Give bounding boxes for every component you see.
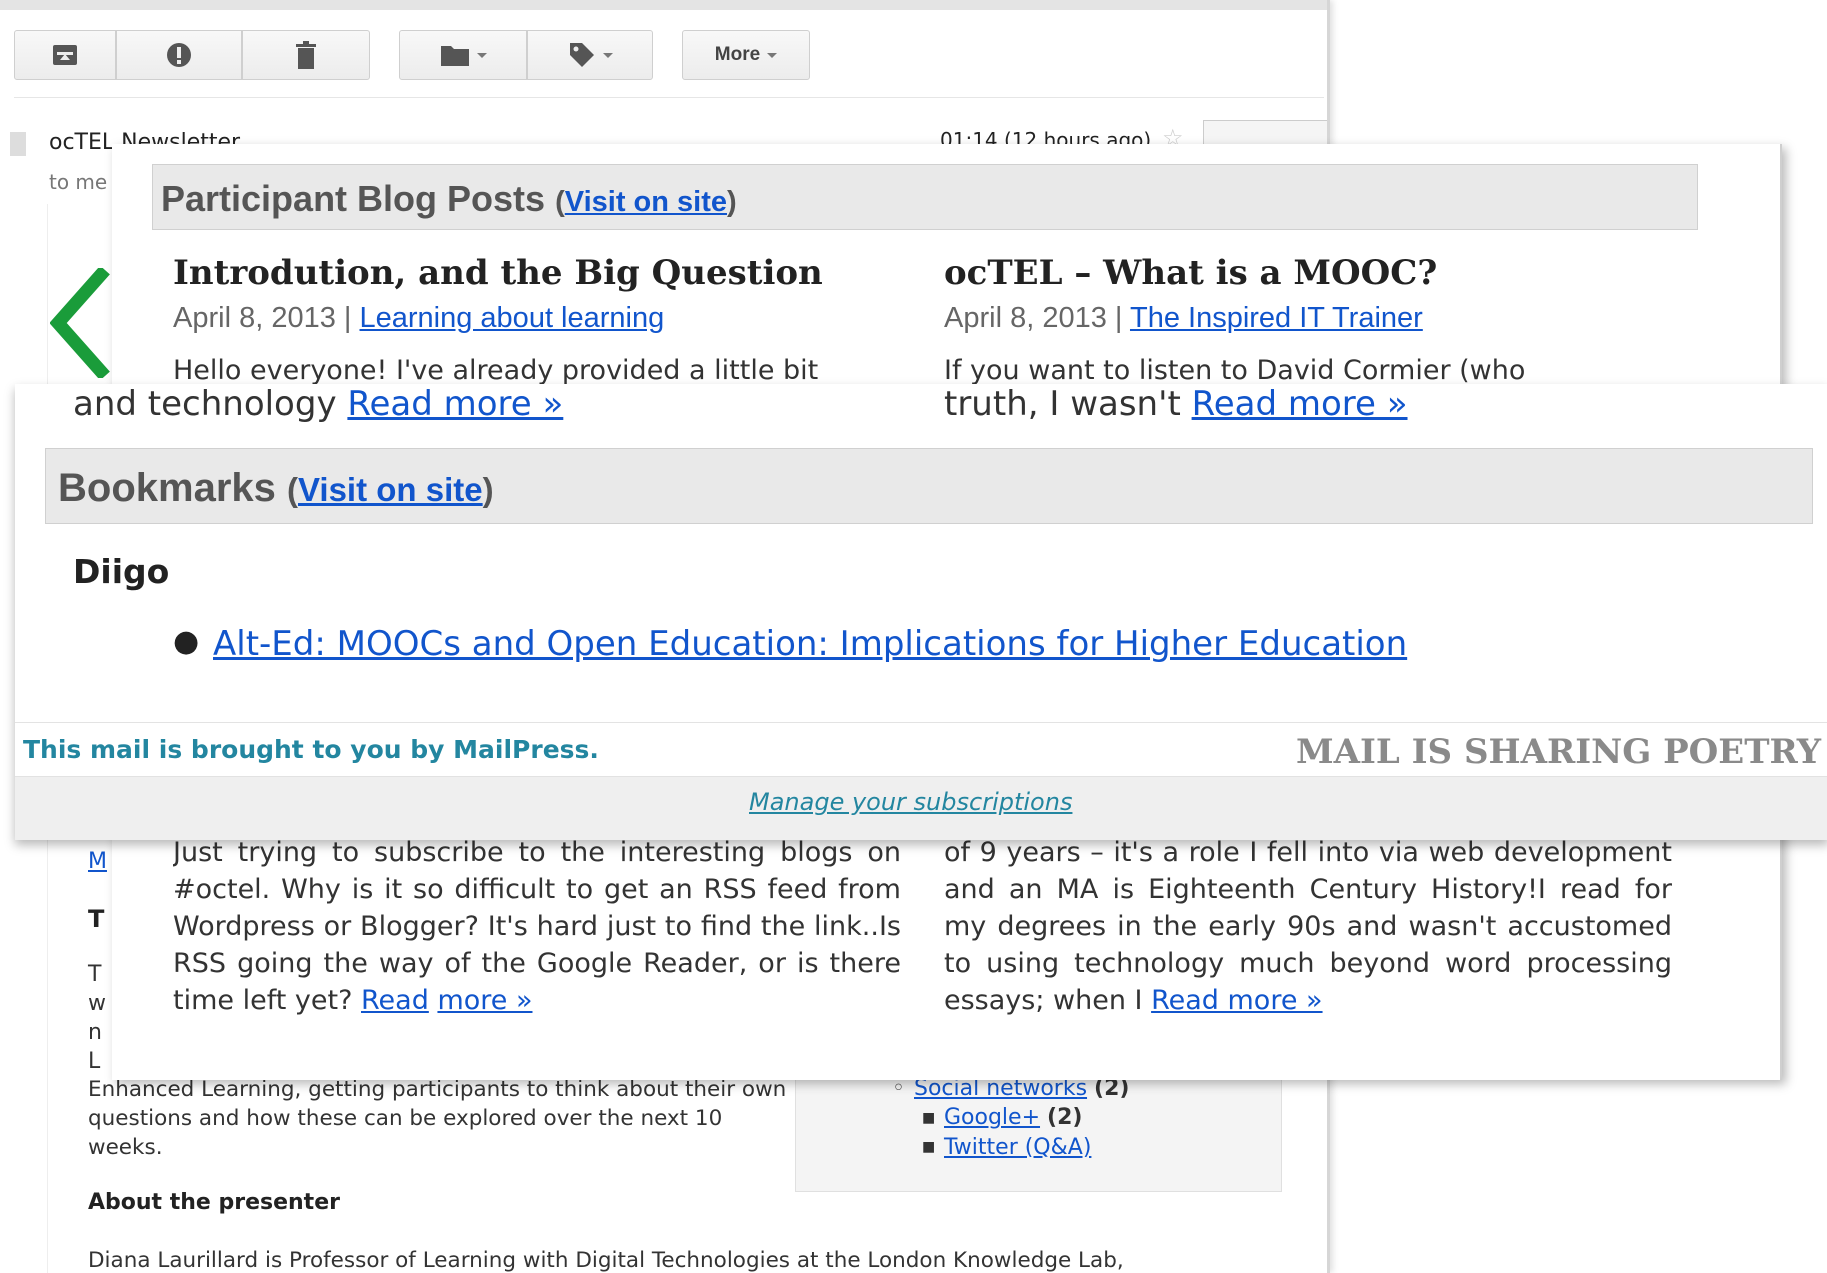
post-title[interactable]: Introdution, and the Big Question — [173, 253, 823, 293]
visit-on-site-link[interactable]: Visit on site — [298, 471, 483, 508]
mailpress-tagline: MAIL IS SHARING POETRY — [1295, 732, 1821, 772]
body-text-fragment: n — [88, 1020, 102, 1045]
meta-separator: | — [343, 302, 352, 334]
read-more-link[interactable]: Read more » — [1192, 384, 1408, 424]
read-more-link[interactable]: Read — [361, 985, 429, 1016]
bookmark-service-title: Diigo — [73, 552, 170, 591]
section-title: Bookmarks (Visit on site) — [58, 466, 494, 511]
read-more-link[interactable]: more » — [437, 985, 532, 1016]
section-title: Participant Blog Posts (Visit on site) — [161, 178, 737, 220]
post-title[interactable]: ocTEL – What is a MOOC? — [944, 253, 1437, 293]
post-date: April 8, 2013 — [173, 302, 336, 334]
post-excerpt-text: and technology — [73, 384, 337, 424]
paren-close: ) — [727, 186, 737, 218]
blog-posts-header: Participant Blog Posts (Visit on site) — [152, 164, 1698, 230]
report-spam-button[interactable] — [116, 30, 242, 80]
post-excerpt: of 9 years – it's a role I fell into via… — [944, 834, 1672, 1064]
more-button[interactable]: More — [682, 30, 810, 80]
recipient-label: to me — [49, 170, 108, 194]
labels-button[interactable] — [527, 30, 653, 80]
post-source-link[interactable]: The Inspired IT Trainer — [1130, 302, 1423, 334]
links-list: ◦ Social networks (2) ■ Google+ (2) ■ Twitt… — [892, 1074, 1129, 1162]
footer-divider — [15, 722, 1827, 723]
spam-icon — [167, 43, 191, 67]
visit-on-site-link[interactable]: Visit on site — [565, 186, 727, 218]
bookmark-link[interactable]: Alt-Ed: MOOCs and Open Education: Implic… — [213, 624, 1407, 664]
delete-button[interactable] — [242, 30, 370, 80]
read-more-link[interactable]: Read more » — [1151, 985, 1322, 1016]
post-source-link[interactable]: Learning about learning — [360, 302, 665, 334]
list-item: ■ Twitter (Q&A) — [892, 1133, 1129, 1163]
read-more-link[interactable]: Read more » — [347, 384, 563, 424]
post-meta: April 8, 2013 | Learning about learning — [173, 302, 664, 335]
mailpress-credit[interactable]: This mail is brought to you by MailPress… — [23, 735, 599, 764]
archive-icon — [53, 45, 77, 65]
about-presenter-text: Diana Laurillard is Professor of Learnin… — [88, 1248, 1124, 1273]
folder-icon — [440, 46, 469, 66]
square-bullet-icon: ■ — [922, 1109, 936, 1126]
google-count: (2) — [1047, 1105, 1083, 1130]
post-excerpt-continuation: truth, I wasn't Read more » — [944, 384, 1408, 424]
archive-button[interactable] — [14, 30, 116, 80]
tag-icon — [569, 43, 594, 67]
post-excerpt-text: truth, I wasn't — [944, 384, 1181, 424]
body-text-fragment: T — [88, 962, 102, 987]
square-bullet-icon: ■ — [922, 1139, 936, 1155]
toolbar-divider — [14, 97, 1324, 98]
sender-avatar — [10, 132, 26, 156]
post-excerpt-continuation: and technology Read more » — [73, 384, 563, 424]
more-label: More — [714, 44, 761, 65]
octel-logo-icon — [50, 268, 110, 378]
move-to-button[interactable] — [399, 30, 527, 80]
bullet-icon: ● — [173, 624, 200, 659]
about-presenter-heading: About the presenter — [88, 1190, 340, 1215]
body-link-fragment[interactable]: M — [88, 849, 107, 874]
body-text-fragment: L — [88, 1049, 101, 1074]
section-title-text: Participant Blog Posts — [161, 178, 546, 219]
event-description: Enhanced Learning, getting participants … — [88, 1077, 787, 1160]
chevron-down-icon — [476, 52, 487, 58]
section-title-text: Bookmarks — [58, 466, 276, 510]
paren-close: ) — [482, 471, 494, 508]
body-heading-fragment: T — [88, 905, 105, 933]
paren-open: ( — [287, 471, 298, 508]
google-plus-link[interactable]: Google+ — [944, 1105, 1040, 1130]
list-item: ■ Google+ (2) — [892, 1103, 1129, 1133]
twitter-link[interactable]: Twitter (Q&A) — [944, 1135, 1091, 1160]
bookmarks-header: Bookmarks (Visit on site) — [45, 448, 1813, 524]
post-meta: April 8, 2013 | The Inspired IT Trainer — [944, 302, 1423, 335]
paren-open: ( — [555, 186, 565, 218]
body-text-fragment: w — [88, 991, 106, 1016]
post-excerpt-text: Just trying to subscribe to the interest… — [173, 837, 901, 1016]
chevron-down-icon — [767, 52, 778, 58]
post-date: April 8, 2013 — [944, 302, 1107, 334]
meta-separator: | — [1114, 302, 1123, 334]
bookmarks-panel: and technology Read more » truth, I wasn… — [15, 384, 1827, 840]
manage-subscriptions-link[interactable]: Manage your subscriptions — [749, 788, 1072, 816]
post-excerpt: Just trying to subscribe to the interest… — [173, 834, 901, 1064]
trash-icon — [296, 41, 316, 69]
gmail-top-bar — [0, 0, 1327, 10]
chevron-down-icon — [602, 52, 613, 58]
